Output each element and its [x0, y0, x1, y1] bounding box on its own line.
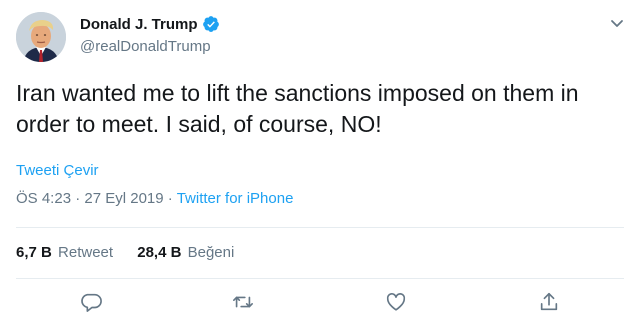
like-stat[interactable]: 28,4 B Beğeni — [137, 244, 234, 261]
like-label: Beğeni — [187, 244, 235, 261]
tweet-time[interactable]: ÖS 4:23 — [16, 190, 71, 207]
chevron-down-icon[interactable] — [608, 14, 626, 32]
reply-icon[interactable] — [80, 291, 102, 313]
author-handle[interactable]: @realDonaldTrump — [80, 38, 211, 55]
divider — [16, 227, 624, 228]
meta-separator: · — [163, 190, 177, 207]
tweet-source-link[interactable]: Twitter for iPhone — [177, 190, 294, 207]
translate-tweet-link[interactable]: Tweeti Çevir — [16, 162, 99, 179]
avatar-image — [16, 12, 66, 62]
retweet-count: 6,7 B — [16, 244, 52, 261]
tweet-text: Iran wanted me to lift the sanctions imp… — [16, 80, 579, 137]
like-count: 28,4 B — [137, 244, 182, 261]
heart-icon[interactable] — [385, 291, 407, 313]
divider — [16, 278, 624, 279]
share-icon[interactable] — [538, 291, 560, 313]
engagement-stats: 6,7 B Retweet 28,4 B Beğeni — [16, 244, 234, 261]
verified-badge-icon — [202, 15, 220, 33]
author-name[interactable]: Donald J. Trump — [80, 16, 198, 33]
meta-separator: · — [71, 190, 85, 207]
author-name-row[interactable]: Donald J. Trump — [80, 15, 220, 33]
retweet-label: Retweet — [58, 244, 114, 261]
tweet-date[interactable]: 27 Eyl 2019 — [84, 190, 163, 207]
avatar[interactable] — [16, 12, 66, 62]
retweet-icon[interactable] — [232, 291, 254, 313]
retweet-stat[interactable]: 6,7 B Retweet — [16, 244, 113, 261]
tweet-meta: ÖS 4:23 · 27 Eyl 2019 · Twitter for iPho… — [16, 190, 293, 207]
action-bar — [0, 291, 640, 317]
